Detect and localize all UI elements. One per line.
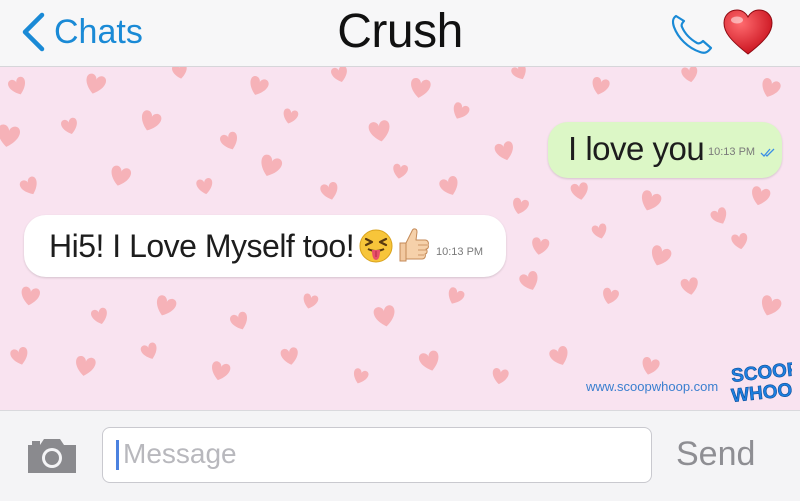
pattern-heart: [373, 305, 395, 327]
pattern-heart: [8, 76, 26, 95]
pattern-heart: [439, 176, 458, 195]
thumbs-up-icon: [394, 225, 430, 265]
pattern-heart: [641, 190, 662, 211]
squinting-tongue-face-icon: [358, 228, 394, 264]
pattern-heart: [680, 277, 698, 295]
pattern-heart: [212, 361, 231, 381]
message-input[interactable]: Message: [102, 427, 652, 483]
pattern-heart: [453, 102, 470, 119]
pattern-heart: [19, 176, 37, 195]
message-text: Hi5! I Love Myself too!: [49, 228, 355, 264]
message-time: 10:13 PM: [436, 246, 484, 258]
pattern-heart: [230, 311, 248, 330]
pattern-heart: [393, 163, 409, 179]
incoming-message-bubble[interactable]: Hi5! I Love Myself too! 10:13 PM: [24, 215, 506, 277]
camera-icon[interactable]: [24, 431, 80, 479]
pattern-heart: [411, 78, 431, 98]
pattern-heart: [494, 141, 513, 161]
pattern-heart: [21, 286, 41, 306]
scoopwhoop-logo: SCOOP WHOOP: [730, 359, 792, 405]
pattern-heart: [513, 197, 529, 215]
pattern-heart: [603, 287, 619, 305]
message-text: I love you: [568, 130, 705, 167]
pattern-heart: [140, 342, 157, 359]
pattern-heart: [283, 108, 299, 124]
pattern-heart: [532, 237, 550, 255]
pattern-heart: [86, 73, 107, 94]
pattern-heart: [220, 131, 238, 150]
pattern-heart: [418, 350, 439, 371]
pattern-heart: [731, 233, 748, 250]
pattern-heart: [61, 117, 77, 135]
pattern-heart: [642, 357, 660, 375]
pattern-heart: [91, 307, 107, 325]
pattern-heart: [0, 124, 21, 147]
chat-area[interactable]: I love you 10:13 PM Hi5! I Love Myself t…: [0, 67, 800, 410]
pattern-heart: [156, 295, 177, 316]
watermark-url: www.scoopwhoop.com: [586, 379, 719, 394]
read-receipt-icon: [760, 146, 776, 158]
pattern-heart: [761, 295, 782, 316]
pattern-heart: [651, 245, 672, 266]
pattern-heart: [549, 346, 568, 365]
pattern-heart: [171, 67, 187, 79]
pattern-heart: [111, 165, 132, 186]
pattern-heart: [591, 223, 607, 239]
pattern-heart: [331, 67, 347, 83]
send-button[interactable]: Send: [676, 435, 755, 474]
pattern-heart: [250, 76, 269, 95]
pattern-heart: [752, 186, 771, 206]
outgoing-message-bubble[interactable]: I love you 10:13 PM: [548, 122, 782, 178]
message-composer: Message Send: [0, 410, 800, 501]
pattern-heart: [592, 77, 610, 95]
pattern-heart: [368, 120, 390, 142]
nav-bar: Chats Crush: [0, 0, 800, 67]
pattern-heart: [303, 293, 319, 309]
pattern-heart: [448, 287, 465, 304]
phone-icon[interactable]: [668, 12, 716, 56]
pattern-heart: [710, 207, 727, 224]
pattern-heart: [76, 356, 96, 376]
pattern-heart: [196, 178, 213, 195]
message-time: 10:13 PM: [708, 146, 756, 158]
pattern-heart: [353, 368, 369, 384]
pattern-heart: [519, 271, 538, 290]
pattern-heart: [320, 182, 338, 200]
pattern-heart: [570, 182, 588, 200]
heart-icon[interactable]: [722, 8, 774, 58]
pattern-heart: [141, 110, 162, 131]
pattern-heart: [511, 67, 526, 80]
pattern-heart: [10, 347, 28, 365]
pattern-heart: [492, 368, 509, 385]
message-placeholder: Message: [123, 438, 237, 469]
text-cursor: [116, 440, 119, 470]
pattern-heart: [681, 67, 698, 83]
pattern-heart: [280, 347, 298, 365]
pattern-heart: [762, 78, 781, 97]
pattern-heart: [261, 154, 283, 176]
